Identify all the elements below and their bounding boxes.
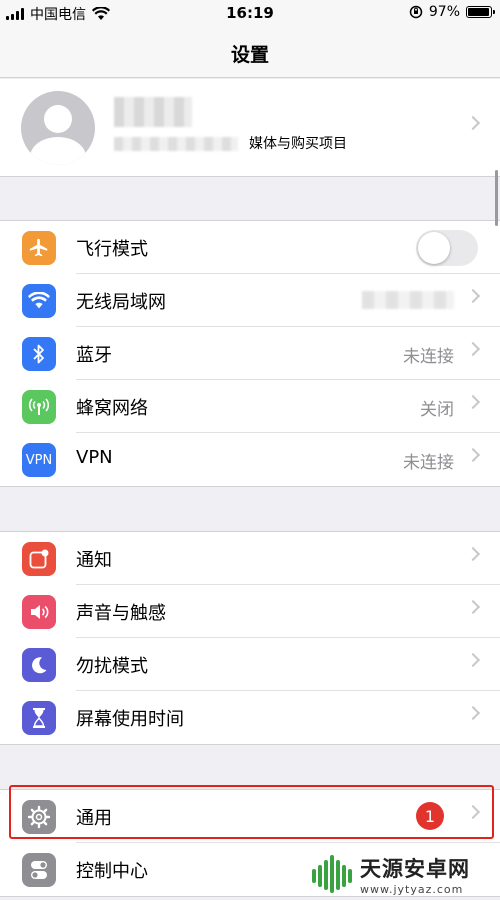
- vpn-row[interactable]: VPN VPN 未连接: [0, 433, 500, 486]
- battery-percent: 97%: [428, 4, 460, 20]
- sounds-label: 声音与触感: [76, 603, 166, 624]
- battery-info: 97%: [409, 4, 495, 20]
- chevron-right-icon: [465, 705, 481, 721]
- vpn-icon-text: VPN: [25, 452, 53, 468]
- airplane-mode-label: 飞行模式: [76, 239, 148, 260]
- connectivity-group: 飞行模式 无线局域网 蓝牙 未连接 蜂窝网络 关闭 VPN VPN 未连接: [0, 220, 500, 487]
- chevron-right-icon: [465, 546, 481, 562]
- update-badge: 1: [416, 802, 444, 830]
- blurred-network-name: [362, 291, 454, 309]
- watermark: 天源安卓网 www.jytyaz.com: [308, 848, 500, 900]
- battery-level: [468, 8, 490, 16]
- control-center-label: 控制中心: [76, 861, 148, 882]
- scrollbar[interactable]: [495, 170, 498, 226]
- cellular-icon: [22, 390, 56, 424]
- chevron-right-icon: [465, 394, 481, 410]
- control-center-icon: [22, 853, 56, 887]
- bluetooth-row[interactable]: 蓝牙 未连接: [0, 327, 500, 380]
- wifi-label: 无线局域网: [76, 292, 166, 313]
- do-not-disturb-row[interactable]: 勿扰模式: [0, 638, 500, 691]
- hourglass-icon: [22, 701, 56, 735]
- watermark-url: www.jytyaz.com: [360, 882, 464, 896]
- chevron-right-icon: [465, 115, 481, 131]
- vpn-status: 未连接: [403, 453, 454, 473]
- notifications-row[interactable]: 通知: [0, 532, 500, 585]
- screen-time-label: 屏幕使用时间: [76, 709, 184, 730]
- moon-icon: [22, 648, 56, 682]
- alerts-group: 通知 声音与触感 勿扰模式 屏幕使用时间: [0, 531, 500, 745]
- bluetooth-icon: [22, 337, 56, 371]
- airplane-mode-row[interactable]: 飞行模式: [0, 221, 500, 274]
- cellular-label: 蜂窝网络: [76, 398, 148, 419]
- bluetooth-label: 蓝牙: [76, 345, 112, 366]
- watermark-logo-icon: [312, 855, 352, 893]
- notifications-icon: [22, 542, 56, 576]
- chevron-right-icon: [465, 599, 481, 615]
- battery-icon: [466, 6, 495, 18]
- cellular-row[interactable]: 蜂窝网络 关闭: [0, 380, 500, 433]
- status-bar: 中国电信 16:19 97%: [0, 0, 500, 28]
- gear-icon: [22, 800, 56, 834]
- avatar: [21, 91, 95, 165]
- chevron-right-icon: [465, 288, 481, 304]
- vpn-icon: VPN: [22, 443, 56, 477]
- profile-subtitle: 媒体与购买项目: [249, 136, 347, 152]
- chevron-right-icon: [465, 652, 481, 668]
- chevron-right-icon: [465, 804, 481, 820]
- navigation-bar: 设置: [0, 28, 500, 78]
- page-title: 设置: [230, 44, 269, 66]
- general-label: 通用: [76, 808, 112, 829]
- chevron-right-icon: [465, 341, 481, 357]
- watermark-name: 天源安卓网: [360, 856, 470, 881]
- bluetooth-status: 未连接: [403, 347, 454, 367]
- blurred-account-id: [114, 137, 238, 151]
- airplane-icon: [22, 231, 56, 265]
- wifi-icon: [22, 284, 56, 318]
- notifications-label: 通知: [76, 550, 112, 571]
- airplane-mode-toggle[interactable]: [416, 230, 478, 266]
- vpn-label: VPN: [76, 447, 113, 468]
- sound-icon: [22, 595, 56, 629]
- rotation-lock-icon: [409, 5, 423, 19]
- wifi-row[interactable]: 无线局域网: [0, 274, 500, 327]
- do-not-disturb-label: 勿扰模式: [76, 656, 148, 677]
- screen-time-row[interactable]: 屏幕使用时间: [0, 691, 500, 744]
- sounds-row[interactable]: 声音与触感: [0, 585, 500, 638]
- cellular-status: 关闭: [420, 400, 454, 420]
- blurred-account-name: [114, 97, 192, 127]
- apple-id-row[interactable]: 媒体与购买项目: [0, 79, 500, 177]
- chevron-right-icon: [465, 447, 481, 463]
- general-row[interactable]: 通用 1: [0, 790, 500, 843]
